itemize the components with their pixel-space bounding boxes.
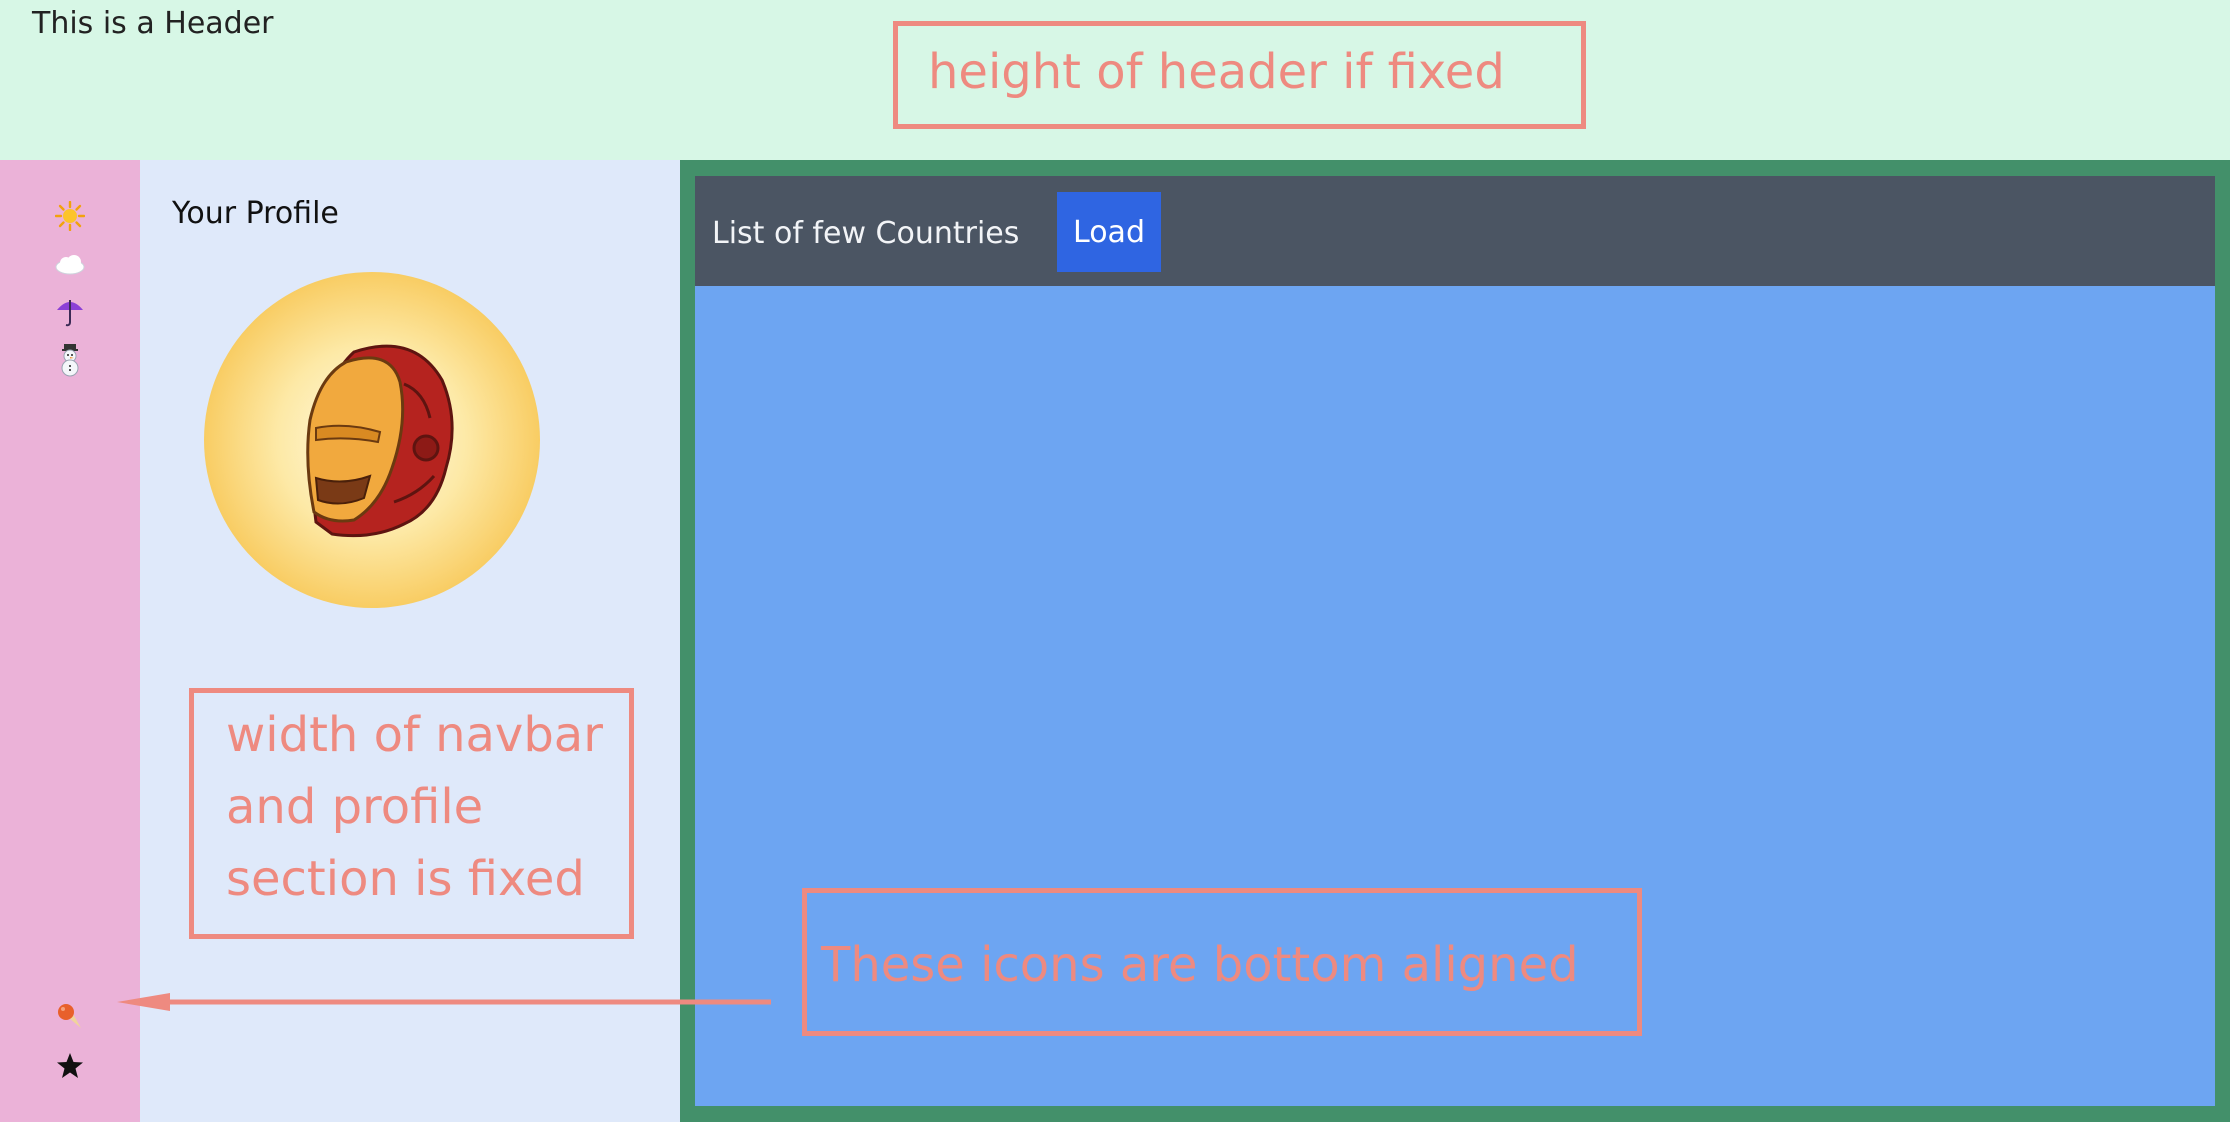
umbrella-icon[interactable] <box>0 290 140 334</box>
icon-navbar <box>0 160 140 1122</box>
cloud-icon[interactable] <box>0 242 140 286</box>
sun-icon[interactable] <box>0 194 140 238</box>
annotation-header-height: height of header if fixed <box>893 21 1586 129</box>
annotation-arrow <box>117 993 771 1011</box>
annotation-width-fixed: width of navbar and profile section is f… <box>189 688 634 939</box>
annotation-line: section is fixed <box>226 851 585 907</box>
toolbar: List of few Countries Load <box>695 176 2215 286</box>
annotation-line: width of navbar <box>226 707 603 763</box>
annotation-icons-bottom: These icons are bottom aligned <box>802 888 1642 1036</box>
iron-man-helmet-icon <box>306 344 454 538</box>
star-icon[interactable] <box>0 1044 140 1088</box>
snowman-icon[interactable] <box>0 338 140 382</box>
toolbar-title: List of few Countries <box>712 216 1020 251</box>
profile-section: Your Profile <box>140 160 680 1122</box>
avatar <box>204 272 540 608</box>
profile-title: Your Profile <box>172 196 339 231</box>
load-button[interactable]: Load <box>1057 192 1161 272</box>
header-title: This is a Header <box>32 6 274 41</box>
annotation-line: and profile <box>226 779 484 835</box>
